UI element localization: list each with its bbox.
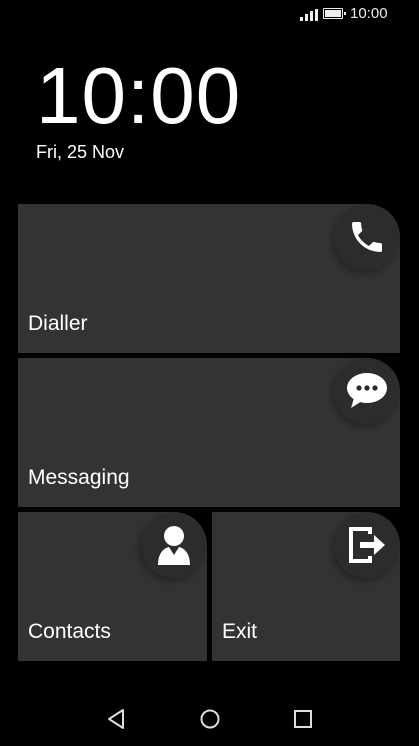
lockscreen-date: Fri, 25 Nov bbox=[36, 142, 125, 162]
dialler-tile[interactable]: Dialler bbox=[18, 204, 400, 353]
messaging-icon-circle bbox=[334, 358, 400, 424]
recent-apps-icon[interactable] bbox=[291, 707, 315, 731]
home-icon[interactable] bbox=[198, 707, 222, 731]
phone-icon bbox=[352, 222, 382, 252]
contacts-tile[interactable]: Contacts bbox=[18, 512, 207, 661]
chat-bubble-icon bbox=[347, 373, 387, 408]
status-bar: 10:00 bbox=[299, 0, 419, 30]
exit-label: Exit bbox=[222, 620, 258, 643]
status-time: 10:00 bbox=[350, 5, 388, 22]
battery-icon bbox=[323, 8, 346, 19]
dialler-icon-circle bbox=[334, 204, 400, 270]
exit-tile[interactable]: Exit bbox=[212, 512, 400, 661]
person-icon bbox=[158, 526, 190, 565]
signal-icon bbox=[300, 9, 318, 21]
lockscreen-clock: 10:00 bbox=[36, 51, 242, 140]
exit-icon-circle bbox=[334, 512, 400, 578]
messaging-tile[interactable]: Messaging bbox=[18, 358, 400, 507]
dialler-label: Dialler bbox=[28, 312, 88, 335]
exit-icon bbox=[349, 527, 385, 563]
contacts-label: Contacts bbox=[28, 620, 111, 643]
back-icon[interactable] bbox=[105, 707, 129, 731]
navigation-bar bbox=[0, 690, 419, 746]
messaging-label: Messaging bbox=[28, 466, 130, 489]
contacts-icon-circle bbox=[141, 512, 207, 578]
